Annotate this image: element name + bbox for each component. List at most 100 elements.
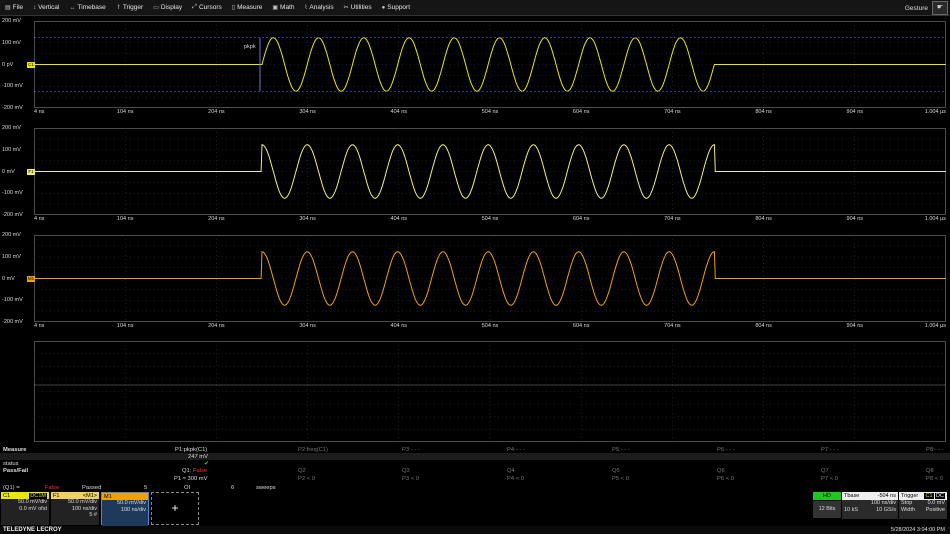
x-tick-label: 304 ns [299,323,316,329]
timebase-head: Tbase -504 ns [842,492,898,500]
bits-tile[interactable]: 12 Bits [813,501,841,518]
channel-tile-m1[interactable]: M1 50.0 mV/div 100 ns/div [101,492,149,526]
param-name[interactable]: P5:- - - [612,447,630,453]
x-tick-label: 504 ns [481,109,499,115]
qualifier-condition: P4 < 0 [507,476,524,482]
tile-name: M1 [104,493,112,500]
trigger-coupling: DC [935,493,945,499]
timebase-offset: -504 ns [877,493,896,499]
qualifier-condition: P6 < 0 [717,476,734,482]
trigger-head: Trigger C1 DC [899,492,947,500]
y-tick-label: -200 mV [2,105,23,111]
status-footer: TELEDYNE LECROY 5/28/2024 3:04:00 PM [0,526,950,534]
q1-result: False [192,468,208,474]
param-name[interactable]: P3:- - - [402,447,420,453]
y-tick-label: 0 mV [2,275,15,282]
trigger-source: C1 [924,493,934,499]
param-name[interactable]: P4:- - - [507,447,525,453]
brand-logo: TELEDYNE LECROY [3,527,62,533]
x-tick-label: 404 ns [390,109,408,115]
timebase-samples-row: 10 kS 10 GS/s [842,507,898,514]
p1-value: 247 mV [188,454,208,460]
param-name[interactable]: P7:- - - [821,447,839,453]
x-tick-label: 604 ns [572,109,590,115]
tile-line: 100 ns/div [120,506,146,513]
channel-marker-m1[interactable]: M1 [27,275,35,282]
y-tick-label: -200 mV [2,319,23,325]
qualifier-condition: P3 < 0 [402,476,419,482]
param-name[interactable]: P2:freq(C1) [298,447,328,453]
passfail-label: Pass/Fail [3,468,29,474]
timebase-div: 100 ns/div [870,500,896,506]
q1-summary-result: False [45,485,60,491]
hd-badge[interactable]: HD [813,492,841,500]
qualifier-name: Q5 [612,468,620,474]
channel-marker-c1[interactable]: C1 [27,61,35,68]
q1-label[interactable]: Q1: False [182,468,207,474]
y-tick-label: 200 mV [2,18,21,24]
tile-badge: DC1M [29,492,47,499]
measure-value-band [0,453,950,460]
x-tick-label: 1.004 µs [924,109,946,115]
x-tick-label: 804 ns [755,323,772,329]
qualifier-name: Q8 [926,468,934,474]
timebase-samples: 10 kS [844,507,859,513]
timebase-tile[interactable]: Tbase -504 ns 100 ns/div 10 kS 10 GS/s [842,492,898,519]
x-tick-label: 304 ns [299,216,316,222]
y-tick-label: 100 mV [2,39,21,46]
tile-head: M1 [102,493,148,500]
x-tick-label: 104 ns [116,323,134,329]
x-tick-label: 204 ns [208,109,225,115]
x-tick-label: 704 ns [664,109,681,115]
x-tick-label: 404 ns [390,216,408,222]
tile-name: F1 [53,492,60,499]
trigger-slope: Positive [925,507,945,513]
tile-body: 50.0 mV/div 100 ns/div 5 # [51,499,99,525]
qualifier-name: Q7 [821,468,829,474]
datetime: 5/28/2024 3:04:00 PM [890,527,945,533]
add-trace-button[interactable]: + [151,492,199,525]
param-name[interactable]: P8:- - - [926,447,944,453]
x-tick-label: 204 ns [208,323,225,329]
x-tick-label: 1.004 µs [924,323,946,329]
trigger-level: 0.0 mV [927,500,945,506]
x-tick-label: 804 ns [755,216,772,222]
q1-lead: (Q1) = [3,485,20,491]
x-tick-label: 4 ns [34,323,45,329]
tile-badge: <M1> [82,492,97,499]
y-tick-label: 200 mV [2,125,21,131]
x-tick-label: 904 ns [846,323,864,329]
y-tick-label: 100 mV [2,253,21,260]
x-tick-label: 4 ns [34,216,45,222]
tile-head: C1 DC1M [1,492,49,499]
x-tick-label: 904 ns [846,109,864,115]
p1-name[interactable]: P1:pkpk(C1) [175,447,207,453]
measure-row-status: status [3,461,19,467]
q1-name: Q1: [182,468,192,474]
y-tick-label: 100 mV [2,146,21,153]
x-tick-label: 504 ns [481,216,499,222]
channel-tile-c1[interactable]: C1 DC1M 50.0 mV/div 0.0 mV ofst [1,492,49,525]
q1-summary: (Q1) = [3,485,20,491]
x-tick-label: 104 ns [116,109,134,115]
tile-line: 0.0 mV ofst [19,505,47,512]
y-tick-label: -100 mV [2,190,23,197]
y-tick-label: -100 mV [2,297,23,304]
tile-head: F1 <M1> [51,492,99,499]
x-tick-label: 1.004 µs [924,216,946,222]
channel-tile-f1[interactable]: F1 <M1> 50.0 mV/div 100 ns/div 5 # [51,492,99,525]
qualifier-name: Q4 [507,468,515,474]
q1-condition: P1 ≈ 300 mV [174,476,208,482]
oi-label: OI [184,485,191,491]
trigger-row2: Width Positive [899,507,947,514]
trigger-type: Width [901,507,916,513]
trigger-tile[interactable]: Trigger C1 DC Stop 0.0 mV Width Positive [899,492,947,519]
bits-label: 12 Bits [818,506,836,512]
tile-name: C1 [3,492,11,499]
tile-body: 50.0 mV/div 0.0 mV ofst [1,499,49,525]
x-tick-label: 704 ns [664,323,681,329]
param-name[interactable]: P6:- - - [717,447,735,453]
channel-marker-f1[interactable]: F1 [27,168,35,175]
add-trace-label: + [171,501,179,515]
x-tick-label: 104 ns [116,216,134,222]
